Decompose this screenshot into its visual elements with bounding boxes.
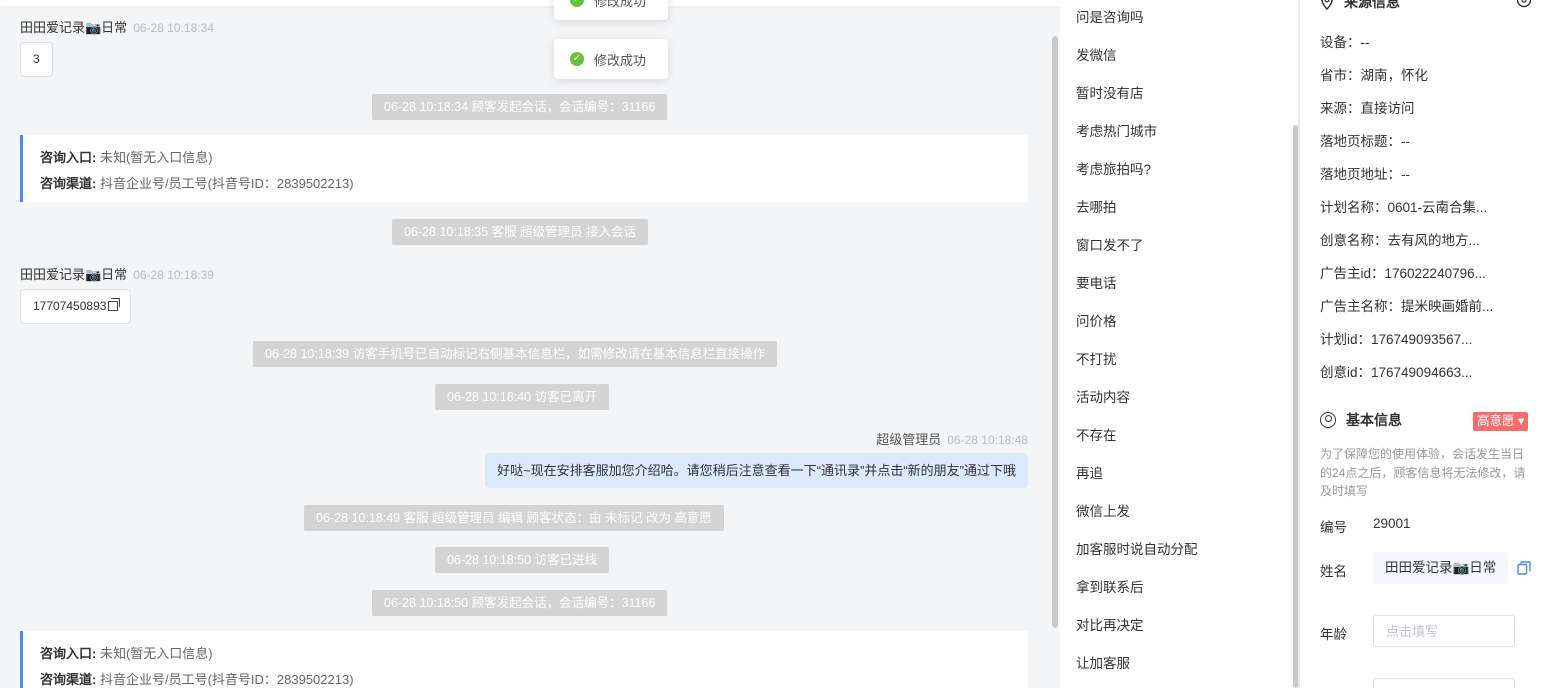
quick-reply-item[interactable]: 活动内容 [1076, 386, 1130, 406]
quick-reply-item[interactable]: 微信上发 [1076, 500, 1130, 520]
phone-number: 17707450893 [33, 299, 107, 313]
status-badge[interactable]: 高意愿 ▾ [1473, 412, 1529, 431]
consult-info-card: 咨询入口: 未知(暂无入口信息) 咨询渠道: 抖音企业号/员工号(抖音号ID：2… [20, 135, 1028, 202]
channel-value: 抖音企业号/员工号(抖音号ID：2839502213) [99, 176, 354, 191]
source-row-landing-title: 落地页标题：-- [1320, 134, 1410, 149]
id-label: 编号 [1320, 520, 1347, 535]
sender-name: 田田爱记录📷日常 [20, 20, 128, 35]
next-field-input[interactable] [1373, 678, 1515, 688]
channel-value: 抖音企业号/员工号(抖音号ID：2839502213) [99, 672, 354, 687]
quick-reply-item[interactable]: 发微信 [1076, 44, 1117, 64]
copy-icon[interactable] [108, 298, 121, 311]
basic-info-header: 基本信息 [1320, 410, 1402, 430]
source-row-advertiser-name: 广告主名称：提米映画婚前... [1320, 299, 1494, 314]
source-info-header: 来源信息 [1320, 0, 1400, 12]
quick-reply-item[interactable]: 不存在 [1076, 424, 1117, 444]
quick-reply-item[interactable]: 考虑热门城市 [1076, 120, 1157, 140]
source-row-creative-name: 创意名称：去有风的地方... [1320, 233, 1480, 248]
copy-icon[interactable] [1517, 561, 1531, 575]
source-row-device: 设备：-- [1320, 35, 1370, 50]
basic-info-title: 基本信息 [1346, 412, 1402, 428]
quick-reply-item[interactable]: 问价格 [1076, 310, 1117, 330]
user-circle-icon [1320, 412, 1336, 428]
message-time: 06-28 10:18:39 [133, 268, 214, 282]
quick-reply-item[interactable]: 窗口发不了 [1076, 234, 1144, 254]
agent-sender: 超级管理员 06-28 10:18:48 [876, 429, 1028, 448]
age-input[interactable] [1373, 615, 1515, 647]
success-toast: ✓ 修改成功 [554, 0, 668, 20]
message-bubble[interactable]: 17707450893 [20, 289, 132, 324]
message-time: 06-28 10:18:34 [133, 21, 214, 35]
source-row-region: 省市：湖南，怀化 [1320, 68, 1428, 83]
quick-reply-item[interactable]: 不打扰 [1076, 348, 1117, 368]
message-sender: 田田爱记录📷日常 06-28 10:18:39 [20, 264, 214, 283]
consult-info-card: 咨询入口: 未知(暂无入口信息) 咨询渠道: 抖音企业号/员工号(抖音号ID：2… [20, 631, 1028, 688]
edit-notice: 为了保障您的使用体验，会话发生当日的24点之后，顾客信息将无法修改，请及时填写 [1320, 447, 1526, 498]
quick-reply-item[interactable]: 拿到联系后 [1076, 576, 1144, 596]
toast-text: 修改成功 [594, 52, 647, 68]
chat-header-edge [0, 0, 1060, 6]
quick-reply-panel: 问是咨询吗 发微信 暂时没有店 考虑热门城市 考虑旅拍吗? 去哪拍 窗口发不了 … [1060, 0, 1300, 688]
channel-label: 咨询渠道: [40, 672, 97, 687]
name-label: 姓名 [1320, 564, 1347, 579]
entry-value: 未知(暂无入口信息) [99, 646, 213, 661]
system-notice: 06-28 10:18:35 客服 超级管理员 接入会话 [392, 219, 649, 245]
quick-reply-item[interactable]: 考虑旅拍吗? [1076, 158, 1151, 178]
quick-reply-item[interactable]: 让加客服 [1076, 652, 1130, 672]
age-label: 年龄 [1320, 627, 1347, 642]
entry-label: 咨询入口: [40, 150, 97, 165]
quick-reply-item[interactable]: 再追 [1076, 462, 1103, 482]
check-circle-icon: ✓ [570, 0, 584, 7]
sender-name: 田田爱记录📷日常 [20, 267, 128, 282]
quick-reply-item[interactable]: 问是咨询吗 [1076, 6, 1144, 26]
quick-reply-item[interactable]: 去哪拍 [1076, 196, 1117, 216]
settings-icon[interactable] [1516, 0, 1532, 8]
chat-panel: 田田爱记录📷日常 06-28 10:18:34 3 06-28 10:18:34 … [0, 0, 1060, 688]
system-notice: 06-28 10:18:50 顾客发起会话，会话编号：31166 [372, 590, 668, 616]
source-info-title: 来源信息 [1344, 0, 1400, 10]
customer-info-panel: 来源信息 设备：-- 省市：湖南，怀化 来源：直接访问 落地页标题：-- 落地页… [1300, 0, 1544, 688]
quick-reply-item[interactable]: 暂时没有店 [1076, 82, 1144, 102]
source-row-advertiser-id: 广告主id：176022240796... [1320, 266, 1486, 281]
message-bubble[interactable]: 3 [20, 42, 53, 77]
entry-label: 咨询入口: [40, 646, 97, 661]
message-time: 06-28 10:18:48 [947, 433, 1028, 447]
quick-reply-item[interactable]: 加客服时说自动分配 [1076, 538, 1198, 558]
toast-text: 修改成功 [594, 0, 647, 9]
channel-label: 咨询渠道: [40, 176, 97, 191]
id-value: 29001 [1373, 516, 1411, 531]
check-circle-icon: ✓ [570, 52, 584, 66]
location-pin-icon [1321, 0, 1333, 10]
source-row-creative-id: 创意id：176749094663... [1320, 365, 1473, 380]
system-notice: 06-28 10:18:39 访客手机号已自动标记右侧基本信息栏，如需修改请在基… [253, 341, 778, 367]
chat-scrollbar[interactable] [1052, 36, 1058, 628]
system-notice: 06-28 10:18:50 访客已进线 [435, 547, 610, 573]
message-sender: 田田爱记录📷日常 06-28 10:18:34 [20, 17, 214, 36]
source-row-plan-name: 计划名称：0601-云南合集... [1320, 200, 1488, 215]
source-row-landing-url: 落地页地址：-- [1320, 167, 1410, 182]
quick-reply-item[interactable]: 对比再决定 [1076, 614, 1144, 634]
agent-name: 超级管理员 [876, 432, 942, 447]
system-notice: 06-28 10:18:34 顾客发起会话，会话编号：31166 [372, 94, 668, 120]
system-notice: 06-28 10:18:40 访客已离开 [435, 384, 610, 410]
entry-value: 未知(暂无入口信息) [99, 150, 213, 165]
quick-reply-item[interactable]: 要电话 [1076, 272, 1117, 292]
system-notice: 06-28 10:18:49 客服 超级管理员 编辑 顾客状态：由 未标记 改为… [304, 505, 724, 531]
name-field[interactable]: 田田爱记录📷日常 [1373, 552, 1509, 584]
success-toast: ✓ 修改成功 [554, 39, 668, 79]
source-row-origin: 来源：直接访问 [1320, 101, 1415, 116]
source-row-plan-id: 计划id：176749093567... [1320, 332, 1473, 347]
agent-message-bubble[interactable]: 好哒~现在安排客服加您介绍哈。请您稍后注意查看一下“通讯录”并点击“新的朋友”通… [485, 453, 1028, 488]
